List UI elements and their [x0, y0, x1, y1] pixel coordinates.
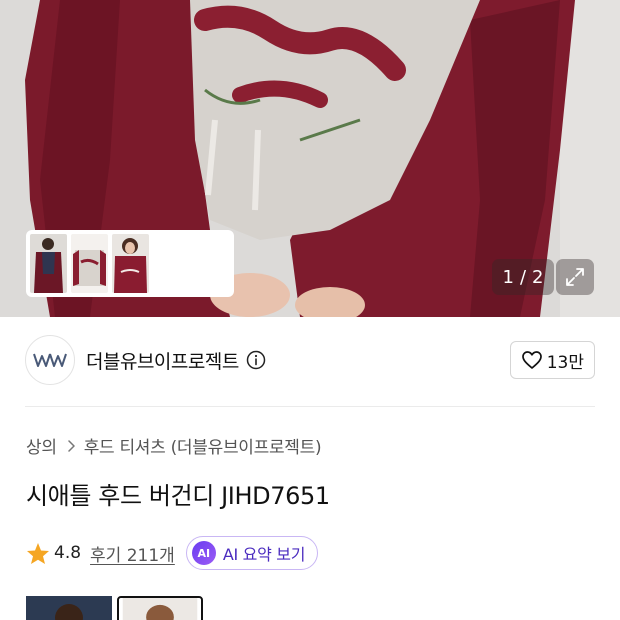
section-divider [25, 406, 595, 407]
star-icon [27, 542, 49, 564]
gallery-thumbnail[interactable] [112, 234, 149, 293]
thumbnail-photo-3 [112, 234, 149, 293]
review-count-link[interactable]: 후기 211개 [90, 541, 175, 566]
rating-row: 4.8 후기 211개 AI AI 요약 보기 [26, 536, 319, 570]
expand-icon [566, 268, 584, 286]
gallery-thumbnail[interactable] [71, 234, 108, 293]
ai-summary-label: AI 요약 보기 [222, 545, 306, 564]
rating-value: 4.8 [54, 543, 82, 563]
brand-logo-icon [33, 353, 67, 367]
thumbnail-photo-1 [30, 234, 67, 293]
brand-row: 더블유브이프로젝트 13만 [25, 334, 595, 386]
ai-badge-icon: AI [191, 541, 216, 565]
info-icon[interactable] [246, 350, 266, 370]
ai-summary-button[interactable]: AI AI 요약 보기 [185, 536, 319, 570]
breadcrumb: 상의 후드 티셔츠 (더블유브이프로젝트) [26, 433, 322, 458]
color-option-thumbnail[interactable] [26, 596, 112, 620]
product-title: 시애틀 후드 버건디 JIHD7651 [26, 482, 330, 510]
color-option-photo-1 [26, 596, 112, 620]
heart-icon [521, 351, 542, 369]
like-count: 13만 [546, 352, 584, 373]
product-image-gallery[interactable]: 1 / 2 [0, 0, 620, 317]
gallery-thumbnail[interactable] [30, 234, 67, 293]
thumbnail-strip [26, 230, 234, 297]
chevron-right-icon [67, 439, 75, 452]
total-pages: 2 [532, 266, 544, 288]
breadcrumb-subcategory[interactable]: 후드 티셔츠 (더블유브이프로젝트) [84, 433, 322, 458]
image-page-counter: 1 / 2 [492, 259, 554, 295]
thumbnail-photo-2 [71, 234, 108, 293]
color-option-photo-2 [122, 598, 198, 620]
brand-name[interactable]: 더블유브이프로젝트 [86, 347, 239, 374]
current-page: 1 [502, 266, 514, 288]
expand-button[interactable] [556, 259, 594, 295]
breadcrumb-category[interactable]: 상의 [26, 433, 57, 458]
page-separator: / [519, 266, 527, 288]
like-button[interactable]: 13만 [509, 341, 595, 379]
color-option-thumbnail-selected[interactable] [117, 596, 203, 620]
brand-logo[interactable] [25, 335, 75, 385]
